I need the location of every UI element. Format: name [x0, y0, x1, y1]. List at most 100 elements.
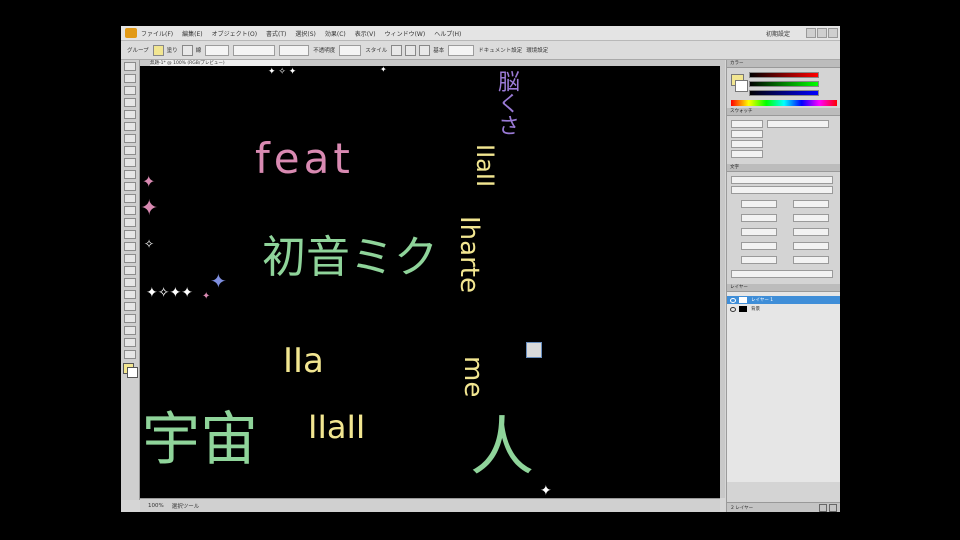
rectangle-tool-icon[interactable] [124, 134, 136, 143]
menu-type[interactable]: 書式(T) [266, 29, 286, 38]
eyedropper-tool-icon[interactable] [124, 278, 136, 287]
tracking-field[interactable] [793, 214, 829, 222]
layer-row[interactable]: 背景 [727, 305, 840, 313]
preferences-button[interactable]: 環境設定 [526, 46, 548, 54]
zoom-tool-icon[interactable] [124, 350, 136, 359]
canvas-text-hatsune[interactable]: 初音ミク [262, 236, 438, 280]
paintbrush-tool-icon[interactable] [124, 146, 136, 155]
baseline-shift-field[interactable] [741, 242, 777, 250]
selected-object[interactable] [526, 342, 542, 358]
close-icon[interactable] [828, 28, 838, 38]
minimize-icon[interactable] [806, 28, 816, 38]
canvas-text-kanji-left[interactable]: 宇宙 [142, 410, 258, 468]
opacity-field[interactable] [339, 44, 362, 56]
mesh-tool-icon[interactable] [124, 254, 136, 263]
swatch-field[interactable] [731, 140, 763, 148]
menu-window[interactable]: ウィンドウ(W) [385, 29, 426, 38]
type-tool-icon[interactable] [124, 110, 136, 119]
visibility-eye-icon[interactable] [730, 298, 736, 303]
scale-tool-icon[interactable] [124, 194, 136, 203]
align-left-icon[interactable] [405, 44, 417, 56]
menu-effect[interactable]: 効果(C) [325, 29, 346, 38]
canvas-text-col3[interactable]: me [458, 356, 488, 397]
rotation-field[interactable] [793, 242, 829, 250]
pencil-tool-icon[interactable] [124, 158, 136, 167]
horizontal-scale-field[interactable] [793, 228, 829, 236]
line-tool-icon[interactable] [124, 122, 136, 131]
artboard-canvas[interactable]: ✦ ✧ ✦ ✦ 脳くさ feat 初音ミク IIaII Iharte me II… [140, 66, 720, 498]
blue-slider[interactable] [749, 90, 819, 96]
selection-tool-icon[interactable] [124, 62, 136, 71]
trash-icon[interactable] [829, 504, 837, 512]
magic-wand-tool-icon[interactable] [124, 86, 136, 95]
slice-tool-icon[interactable] [124, 326, 136, 335]
kerning-field[interactable] [741, 214, 777, 222]
align-center-icon[interactable] [419, 44, 431, 56]
warp-tool-icon[interactable] [124, 206, 136, 215]
vertical-scale-field[interactable] [741, 228, 777, 236]
menu-edit[interactable]: 編集(E) [182, 29, 202, 38]
rotate-tool-icon[interactable] [124, 182, 136, 191]
canvas-vertical-scrollbar[interactable] [720, 60, 725, 498]
fill-swatch-icon[interactable] [152, 44, 164, 56]
swatch-field[interactable] [767, 120, 829, 128]
stroke-swatch-icon[interactable] [181, 44, 193, 56]
canvas-text-col1[interactable]: IIaII [471, 144, 499, 187]
stroke-color-icon[interactable] [735, 80, 748, 92]
canvas-text-stack1[interactable]: IIa [283, 344, 324, 378]
visibility-eye-icon[interactable] [730, 307, 736, 312]
color-spectrum[interactable] [731, 100, 837, 106]
swatch-panel-title[interactable]: スウォッチ [727, 108, 840, 116]
menu-help[interactable]: ヘルプ(H) [434, 29, 461, 38]
graph-tool-icon[interactable] [124, 242, 136, 251]
symbol-sprayer-tool-icon[interactable] [124, 230, 136, 239]
brush-definition-field[interactable] [233, 44, 276, 56]
artboard-tool-icon[interactable] [124, 314, 136, 323]
mojikumi-select[interactable] [731, 270, 833, 278]
new-layer-icon[interactable] [819, 504, 827, 512]
menu-file[interactable]: ファイル(F) [141, 29, 173, 38]
menu-select[interactable]: 選択(S) [295, 29, 316, 38]
hand-tool-icon[interactable] [124, 338, 136, 347]
fill-stroke-icon[interactable] [123, 363, 138, 378]
canvas-text-top-right[interactable]: 脳くさ [494, 70, 519, 136]
language-field[interactable] [741, 256, 777, 264]
canvas-text-kanji-right[interactable]: 人 [470, 416, 534, 480]
document-setup-button[interactable]: ドキュメント設定 [478, 46, 522, 54]
variable-width-field[interactable] [448, 44, 475, 56]
font-size-field[interactable] [741, 200, 777, 208]
red-slider[interactable] [749, 72, 819, 78]
canvas-text-feat[interactable]: feat [255, 138, 354, 180]
free-transform-tool-icon[interactable] [124, 218, 136, 227]
font-family-select[interactable] [731, 176, 833, 184]
swatch-field[interactable] [731, 150, 763, 158]
zoom-level[interactable]: 100% [148, 503, 164, 509]
layer-name[interactable]: 背景 [751, 306, 760, 312]
swatch-field[interactable] [731, 120, 763, 128]
menu-object[interactable]: オブジェクト(O) [212, 29, 257, 38]
character-panel-title[interactable]: 文字 [727, 164, 840, 172]
leading-field[interactable] [793, 200, 829, 208]
stroke-weight-field[interactable] [205, 44, 230, 56]
menu-view[interactable]: 表示(V) [355, 29, 376, 38]
font-style-select[interactable] [731, 186, 833, 194]
green-slider[interactable] [749, 81, 819, 87]
aki-field[interactable] [793, 256, 829, 264]
workspace-switcher[interactable]: 初期設定 [766, 29, 790, 38]
blend-tool-icon[interactable] [124, 290, 136, 299]
direct-selection-tool-icon[interactable] [124, 74, 136, 83]
layers-panel-title[interactable]: レイヤー [727, 284, 840, 292]
pen-tool-icon[interactable] [124, 98, 136, 107]
eraser-tool-icon[interactable] [124, 170, 136, 179]
live-paint-tool-icon[interactable] [124, 302, 136, 311]
canvas-text-stack2[interactable]: IIaII [308, 411, 365, 443]
maximize-icon[interactable] [817, 28, 827, 38]
swatch-field[interactable] [731, 130, 763, 138]
gradient-tool-icon[interactable] [124, 266, 136, 275]
canvas-text-col2[interactable]: Iharte [454, 216, 484, 293]
graphic-style-icon[interactable] [391, 44, 403, 56]
color-panel-title[interactable]: カラー [727, 60, 840, 68]
layer-row[interactable]: レイヤー 1 [727, 296, 840, 304]
style-field[interactable] [279, 44, 310, 56]
layer-name[interactable]: レイヤー 1 [751, 297, 773, 303]
